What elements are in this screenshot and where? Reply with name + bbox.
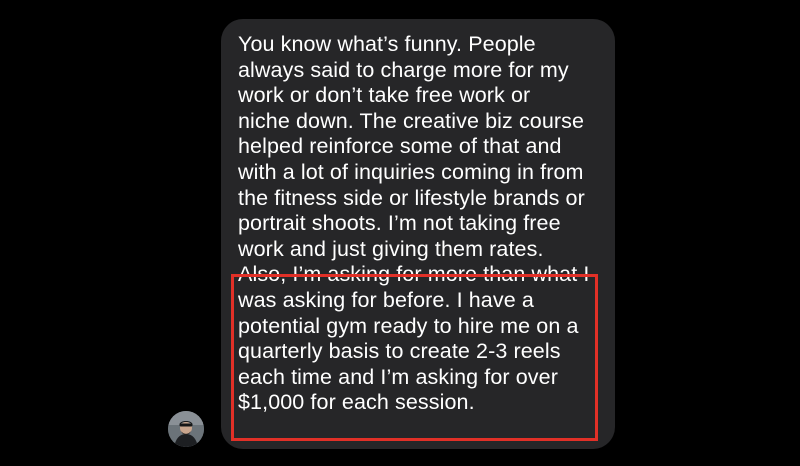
sender-avatar[interactable] (168, 411, 204, 447)
highlight-annotation-box (231, 274, 598, 441)
message-line: with a lot of inquiries coming in from (238, 159, 584, 184)
message-line: helped reinforce some of that and (238, 134, 562, 159)
chat-screen: You know what’s funny. People always sai… (0, 0, 800, 466)
message-line: work or don’t take free work or (238, 83, 531, 108)
message-line: work and just giving them rates. (238, 236, 544, 261)
message-line: always said to charge more for my (238, 57, 569, 82)
message-line: portrait shoots. I’m not taking free (238, 211, 561, 236)
message-line: the fitness side or lifestyle brands or (238, 185, 585, 210)
message-line: niche down. The creative biz course (238, 108, 585, 133)
avatar-photo-icon (168, 411, 204, 447)
message-line: You know what’s funny. People (238, 32, 536, 56)
